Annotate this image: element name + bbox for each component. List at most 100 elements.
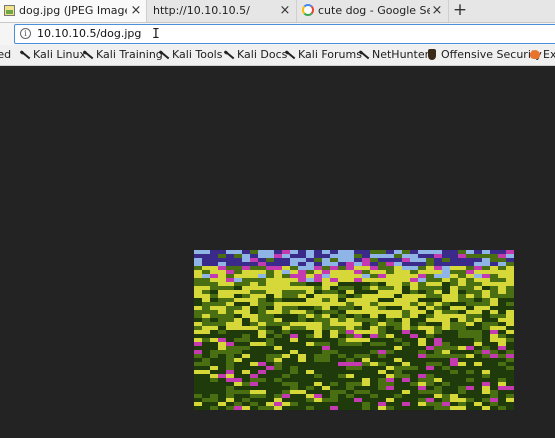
image-block xyxy=(250,270,258,274)
url-text[interactable]: 10.10.10.5/dog.jpg xyxy=(37,25,141,43)
image-block xyxy=(266,406,274,410)
tab-cute-dog-google-search[interactable]: cute dog - Google Search × xyxy=(297,0,449,22)
image-block xyxy=(354,386,362,390)
image-block xyxy=(410,394,418,398)
image-block xyxy=(202,294,210,298)
image-block xyxy=(442,282,450,286)
image-block xyxy=(250,266,258,270)
image-block xyxy=(282,262,290,266)
image-block xyxy=(330,274,338,278)
image-block xyxy=(330,382,338,386)
image-block xyxy=(234,338,242,342)
image-block xyxy=(426,394,434,398)
image-block xyxy=(242,290,250,294)
image-block xyxy=(226,282,234,286)
image-block xyxy=(410,382,418,386)
image-block xyxy=(306,254,314,258)
image-block xyxy=(282,250,290,254)
image-block xyxy=(442,342,450,346)
image-block xyxy=(474,362,482,366)
image-block xyxy=(202,358,210,362)
image-block xyxy=(338,378,346,382)
bookmark-most-visited[interactable]: ted xyxy=(0,45,11,65)
image-block xyxy=(442,318,450,322)
image-block xyxy=(330,370,338,374)
image-block xyxy=(306,346,314,350)
image-block xyxy=(218,370,226,374)
image-block xyxy=(498,294,506,298)
image-block xyxy=(362,346,370,350)
image-block xyxy=(378,402,386,406)
image-block xyxy=(402,382,410,386)
image-block xyxy=(306,378,314,382)
image-block xyxy=(506,346,514,350)
info-icon[interactable]: i xyxy=(20,28,31,39)
image-block xyxy=(250,302,258,306)
image-block xyxy=(474,390,482,394)
image-block xyxy=(210,342,218,346)
image-block xyxy=(314,402,322,406)
image-block xyxy=(418,358,426,362)
image-block xyxy=(418,394,426,398)
image-block xyxy=(434,298,442,302)
image-block xyxy=(338,282,346,286)
tab-10-10-10-5[interactable]: http://10.10.10.5/ × xyxy=(147,0,297,22)
image-block xyxy=(378,338,386,342)
image-block xyxy=(354,274,362,278)
image-block xyxy=(506,310,514,314)
image-block xyxy=(410,306,418,310)
image-block xyxy=(298,326,306,330)
image-block xyxy=(218,390,226,394)
image-block xyxy=(442,390,450,394)
image-block xyxy=(298,402,306,406)
image-block xyxy=(242,334,250,338)
image-block xyxy=(346,370,354,374)
image-block xyxy=(298,322,306,326)
kali-dragon-icon xyxy=(358,49,370,61)
image-block xyxy=(362,374,370,378)
image-block xyxy=(234,262,242,266)
image-block xyxy=(226,262,234,266)
image-block xyxy=(490,326,498,330)
image-block xyxy=(378,386,386,390)
image-block xyxy=(242,318,250,322)
image-block xyxy=(474,254,482,258)
tab-dog-jpg[interactable]: dog.jpg (JPEG Image, 48 × xyxy=(0,0,147,22)
image-block xyxy=(466,386,474,390)
image-block xyxy=(402,326,410,330)
close-icon[interactable]: × xyxy=(278,0,292,22)
image-block xyxy=(210,302,218,306)
close-icon[interactable]: × xyxy=(430,0,444,22)
image-block xyxy=(330,354,338,358)
image-block xyxy=(386,406,394,410)
close-icon[interactable]: × xyxy=(129,0,143,22)
image-block xyxy=(242,298,250,302)
image-block xyxy=(234,370,242,374)
dog-image[interactable] xyxy=(194,250,514,410)
image-block xyxy=(338,382,346,386)
image-block xyxy=(306,374,314,378)
image-block xyxy=(442,386,450,390)
image-block xyxy=(242,374,250,378)
image-block xyxy=(338,362,346,366)
new-tab-button[interactable]: + xyxy=(449,0,471,22)
image-block xyxy=(442,302,450,306)
image-block xyxy=(418,266,426,270)
image-block xyxy=(474,354,482,358)
image-block xyxy=(362,398,370,402)
url-bar[interactable]: i 10.10.10.5/dog.jpg xyxy=(14,24,555,44)
image-block xyxy=(426,306,434,310)
image-block xyxy=(498,358,506,362)
image-block xyxy=(338,330,346,334)
image-block xyxy=(506,394,514,398)
image-block xyxy=(418,370,426,374)
image-block xyxy=(242,306,250,310)
image-block xyxy=(498,374,506,378)
image-block xyxy=(458,278,466,282)
image-block xyxy=(466,374,474,378)
image-block xyxy=(202,350,210,354)
image-block xyxy=(202,282,210,286)
image-block xyxy=(226,398,234,402)
image-block xyxy=(330,362,338,366)
image-block xyxy=(370,250,378,254)
